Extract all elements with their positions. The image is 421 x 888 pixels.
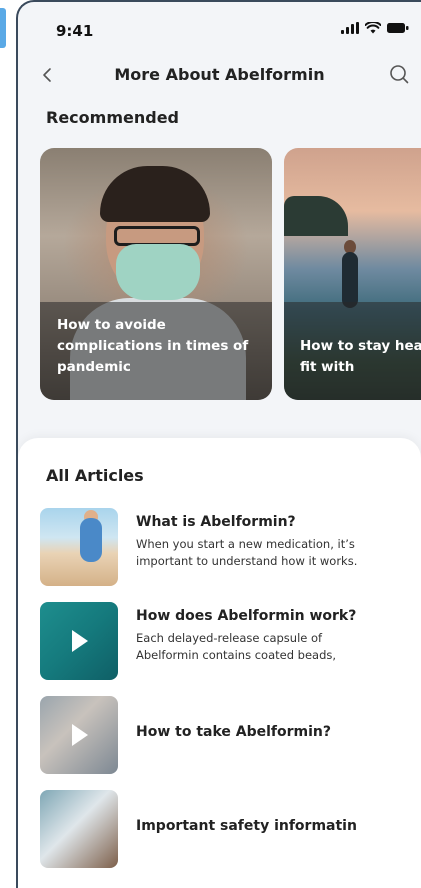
caption-line: How to avoide [57,317,166,333]
description-line: important to understand how it works. [136,554,358,568]
child-body-shape [80,518,102,562]
article-item[interactable]: How to take Abelformin? [40,696,413,774]
caption-line: pandemic [57,359,131,375]
battery-icon [387,23,409,33]
article-description: When you start a new medication, it’s im… [136,536,413,570]
article-thumbnail [40,696,118,774]
card-caption: How to avoide complications in times of … [57,315,258,378]
article-item[interactable]: Important safety informatin [40,790,413,868]
article-title: Important safety informatin [136,818,357,834]
search-icon[interactable] [387,62,411,86]
status-time: 9:41 [56,22,94,40]
description-line: Each delayed-release capsule of [136,631,323,645]
signal-icon [341,22,359,34]
all-articles-heading: All Articles [46,466,144,485]
card-caption: How to stay hea fit with [300,336,421,378]
article-thumbnail [40,508,118,586]
caption-line: fit with [300,359,355,375]
doctor-glasses-shape [114,226,200,246]
recommended-carousel[interactable]: How to avoide complications in times of … [40,148,421,400]
caption-line: complications in times of [57,338,249,354]
doctor-hair-shape [100,166,210,222]
caption-line: How to stay hea [300,338,421,354]
phone-screen: 9:41 More About Abelformin Recommended H… [16,0,421,888]
article-title: What is Abelformin? [136,514,296,530]
status-bar: 9:41 [18,2,421,54]
description-line: Abelformin contains coated beads, [136,648,337,662]
play-icon[interactable] [70,628,90,654]
wifi-icon [365,22,381,34]
article-description: Each delayed-release capsule of Abelform… [136,630,413,664]
article-thumbnail [40,602,118,680]
status-icons [341,22,409,34]
article-title: How does Abelformin work? [136,608,357,624]
all-articles-panel: All Articles What is Abelformin? When yo… [18,438,421,888]
page-title: More About Abelformin [114,65,325,84]
article-item[interactable]: What is Abelformin? When you start a new… [40,508,413,586]
article-thumbnail [40,790,118,868]
article-title: How to take Abelformin? [136,724,332,740]
doctor-mask-shape [116,244,200,300]
description-line: When you start a new medication, it’s [136,537,355,551]
play-icon[interactable] [70,722,90,748]
article-item[interactable]: How does Abelformin work? Each delayed-r… [40,602,413,680]
article-text: How does Abelformin work? Each delayed-r… [136,606,413,664]
article-text: What is Abelformin? When you start a new… [136,512,413,570]
left-accent-edge [0,8,6,48]
top-nav: More About Abelformin [18,60,421,92]
recommended-card[interactable]: How to stay hea fit with [284,148,421,400]
yoga-figure-body-shape [342,252,358,308]
recommended-heading: Recommended [46,108,179,127]
sea-rock-shape [284,196,348,236]
recommended-card[interactable]: How to avoide complications in times of … [40,148,272,400]
